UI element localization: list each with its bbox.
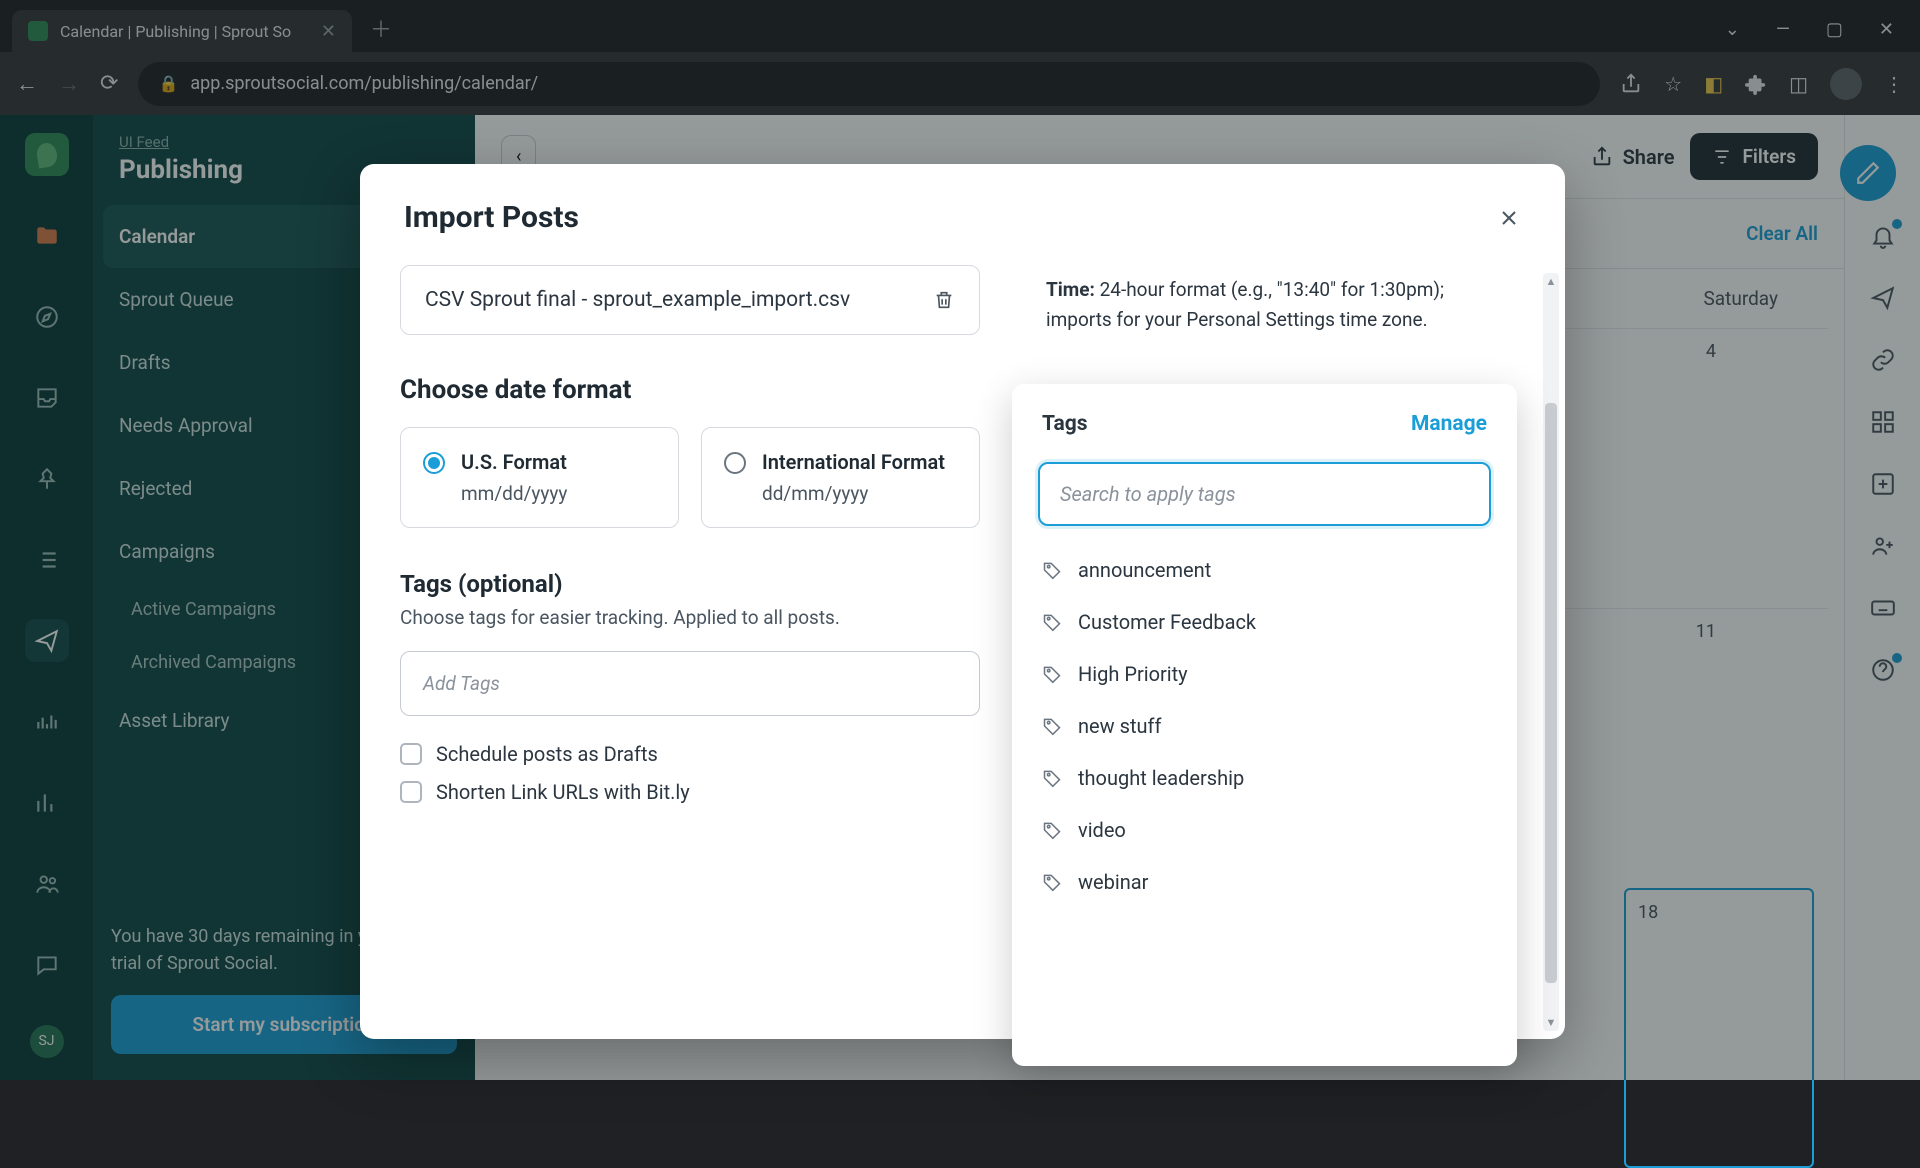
tag-option[interactable]: Customer Feedback xyxy=(1012,596,1517,648)
tag-label: video xyxy=(1078,818,1126,842)
scroll-up-icon[interactable]: ▲ xyxy=(1543,275,1559,288)
delete-file-button[interactable] xyxy=(933,289,955,311)
close-icon xyxy=(1497,206,1521,230)
us-format-option[interactable]: U.S. Format mm/dd/yyyy xyxy=(400,427,679,528)
shorten-bitly-checkbox[interactable]: Shorten Link URLs with Bit.ly xyxy=(400,780,980,804)
tag-option[interactable]: webinar xyxy=(1012,856,1517,908)
scroll-thumb[interactable] xyxy=(1545,403,1557,983)
modal-close-button[interactable] xyxy=(1497,206,1521,230)
uploaded-file-box: CSV Sprout final - sprout_example_import… xyxy=(400,265,980,335)
format-name: U.S. Format xyxy=(461,450,567,474)
modal-title: Import Posts xyxy=(404,200,579,235)
radio-unchecked-icon xyxy=(724,452,746,474)
tag-icon xyxy=(1042,820,1062,840)
intl-format-option[interactable]: International Format dd/mm/yyyy xyxy=(701,427,980,528)
help-text: Time: 24-hour format (e.g., "13:40" for … xyxy=(1032,265,1537,336)
schedule-drafts-checkbox[interactable]: Schedule posts as Drafts xyxy=(400,742,980,766)
tag-label: new stuff xyxy=(1078,714,1161,738)
tag-icon xyxy=(1042,612,1062,632)
add-tags-input[interactable]: Add Tags xyxy=(400,651,980,716)
tag-icon xyxy=(1042,768,1062,788)
format-pattern: mm/dd/yyyy xyxy=(461,482,567,505)
tag-label: announcement xyxy=(1078,558,1211,582)
radio-checked-icon xyxy=(423,452,445,474)
tags-popover: Tags Manage Search to apply tags announc… xyxy=(1012,384,1517,1066)
tag-label: Customer Feedback xyxy=(1078,610,1256,634)
tag-list: announcement Customer Feedback High Prio… xyxy=(1012,544,1517,908)
tag-icon xyxy=(1042,872,1062,892)
tag-option[interactable]: thought leadership xyxy=(1012,752,1517,804)
date-format-heading: Choose date format xyxy=(400,375,980,405)
help-time-label: Time: xyxy=(1046,278,1095,301)
tag-option[interactable]: new stuff xyxy=(1012,700,1517,752)
tag-icon xyxy=(1042,664,1062,684)
format-pattern: dd/mm/yyyy xyxy=(762,482,945,505)
tag-label: High Priority xyxy=(1078,662,1188,686)
checkbox-unchecked-icon xyxy=(400,781,422,803)
tag-icon xyxy=(1042,560,1062,580)
scrollbar[interactable]: ▲ ▼ xyxy=(1543,273,1559,1031)
tag-icon xyxy=(1042,716,1062,736)
tag-search-input[interactable]: Search to apply tags xyxy=(1038,462,1491,526)
format-name: International Format xyxy=(762,450,945,474)
tag-label: webinar xyxy=(1078,870,1148,894)
help-time-body: 24-hour format (e.g., "13:40" for 1:30pm… xyxy=(1046,278,1444,331)
popover-title: Tags xyxy=(1042,412,1088,436)
checkbox-label: Schedule posts as Drafts xyxy=(436,742,658,766)
tag-option[interactable]: video xyxy=(1012,804,1517,856)
file-name: CSV Sprout final - sprout_example_import… xyxy=(425,288,850,312)
tag-option[interactable]: announcement xyxy=(1012,544,1517,596)
checkbox-label: Shorten Link URLs with Bit.ly xyxy=(436,780,690,804)
tags-heading: Tags (optional) xyxy=(400,570,980,598)
tag-option[interactable]: High Priority xyxy=(1012,648,1517,700)
tags-subtext: Choose tags for easier tracking. Applied… xyxy=(400,606,980,629)
tag-label: thought leadership xyxy=(1078,766,1244,790)
trash-icon xyxy=(933,289,955,311)
checkbox-unchecked-icon xyxy=(400,743,422,765)
modal-left-column: CSV Sprout final - sprout_example_import… xyxy=(360,265,1020,1039)
scroll-down-icon[interactable]: ▼ xyxy=(1543,1016,1559,1029)
manage-tags-link[interactable]: Manage xyxy=(1411,412,1487,436)
